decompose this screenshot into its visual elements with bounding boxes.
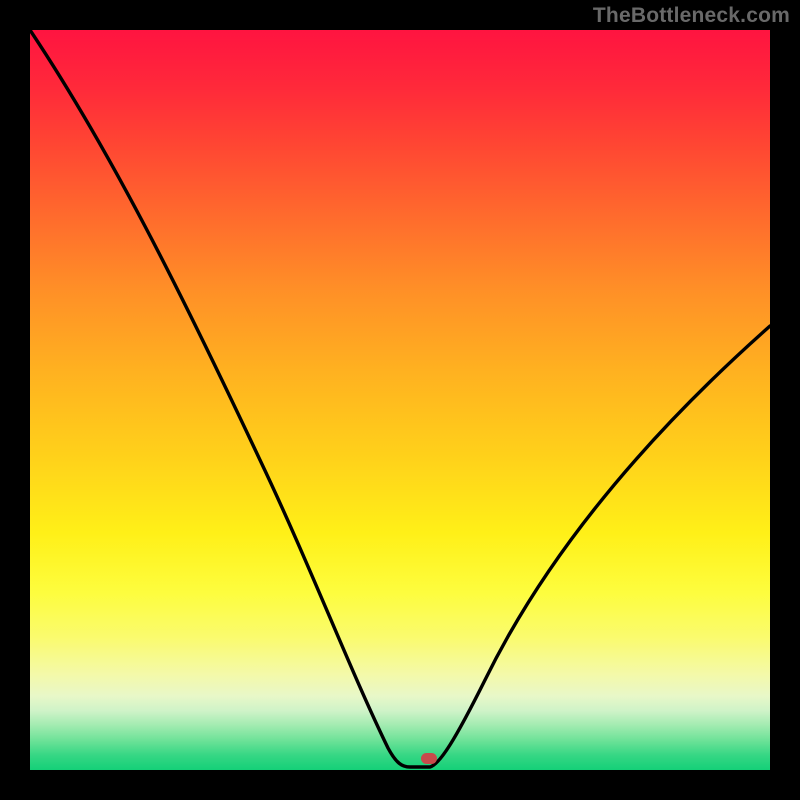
bottleneck-curve [30,30,770,770]
curve-path [30,30,770,767]
chart-container: TheBottleneck.com [0,0,800,800]
optimal-marker [421,753,437,764]
plot-area [30,30,770,770]
watermark-text: TheBottleneck.com [593,4,790,28]
